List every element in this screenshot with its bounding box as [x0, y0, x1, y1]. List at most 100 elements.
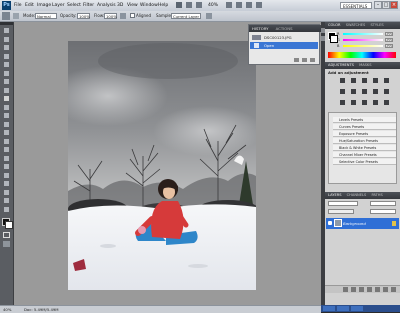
layer-row-background[interactable]: Background: [326, 218, 399, 229]
tools-panel-grip[interactable]: [0, 22, 13, 25]
doc-size-status[interactable]: Doc: 5.49M/5.49M: [24, 307, 59, 312]
green-slider[interactable]: G 255: [337, 38, 393, 42]
healing-brush-tool-icon[interactable]: [2, 78, 11, 85]
rotate-view-icon[interactable]: [246, 2, 252, 8]
layer-fill-field[interactable]: [370, 209, 396, 214]
document-image[interactable]: [68, 41, 256, 290]
opacity-field[interactable]: 100%: [77, 13, 90, 19]
menu-window[interactable]: Window: [140, 1, 158, 10]
3d-orbit-tool-icon[interactable]: [2, 189, 11, 196]
preset-hue-saturation[interactable]: Hue/Saturation Presets: [333, 138, 396, 144]
brightness-contrast-icon[interactable]: [340, 78, 345, 83]
blue-slider[interactable]: B 255: [337, 44, 393, 48]
screen-mode-icon[interactable]: [3, 241, 10, 247]
red-value[interactable]: 255: [385, 32, 393, 36]
brush-size-picker-icon[interactable]: [13, 13, 19, 19]
invert-icon[interactable]: [340, 100, 345, 105]
quick-mask-icon[interactable]: [3, 232, 10, 238]
history-brush-tool-icon[interactable]: [2, 104, 11, 111]
actions-tab[interactable]: ACTIONS: [276, 26, 293, 31]
color-balance-icon[interactable]: [351, 89, 356, 94]
bridge-icon[interactable]: [176, 2, 182, 8]
layers-tab[interactable]: LAYERS: [328, 193, 342, 197]
adjustments-tab[interactable]: ADJUSTMENTS: [328, 63, 354, 67]
blue-value[interactable]: 255: [385, 44, 393, 48]
3d-rotate-tool-icon[interactable]: [2, 180, 11, 187]
menu-filter[interactable]: Filter: [83, 1, 94, 10]
lasso-tool-icon[interactable]: [2, 44, 11, 51]
type-tool-icon[interactable]: [2, 155, 11, 162]
levels-icon[interactable]: [351, 78, 356, 83]
mode-select[interactable]: Normal: [35, 13, 57, 19]
channel-mixer-icon[interactable]: [384, 89, 389, 94]
dodge-tool-icon[interactable]: [2, 138, 11, 145]
pen-tool-icon[interactable]: [2, 146, 11, 153]
menu-image[interactable]: Image: [37, 1, 51, 10]
brush-tool-icon[interactable]: [2, 87, 11, 94]
trash-icon[interactable]: [310, 58, 315, 62]
menu-select[interactable]: Select: [67, 1, 81, 10]
preset-channel-mixer[interactable]: Channel Mixer Presets: [333, 152, 396, 158]
aligned-checkbox[interactable]: [130, 13, 135, 18]
green-value[interactable]: 255: [385, 38, 393, 42]
eraser-tool-icon[interactable]: [2, 112, 11, 119]
menu-help[interactable]: Help: [158, 1, 168, 10]
vibrance-icon[interactable]: [384, 78, 389, 83]
zoom-status[interactable]: 40%: [3, 307, 11, 312]
curves-icon[interactable]: [362, 78, 367, 83]
threshold-icon[interactable]: [362, 100, 367, 105]
history-snapshot-row[interactable]: DSC00123.JPG: [250, 34, 318, 41]
layer-opacity-field[interactable]: [370, 201, 396, 206]
gradient-tool-icon[interactable]: [2, 121, 11, 128]
close-button[interactable]: ×: [390, 1, 398, 9]
red-track[interactable]: [343, 33, 383, 35]
blue-track[interactable]: [343, 45, 383, 47]
move-tool-icon[interactable]: [2, 27, 11, 34]
eyedropper-tool-icon[interactable]: [2, 70, 11, 77]
gradient-map-icon[interactable]: [373, 100, 378, 105]
workspace-switcher[interactable]: ESSENTIALS: [340, 2, 372, 9]
exposure-icon[interactable]: [373, 78, 378, 83]
marquee-tool-icon[interactable]: [2, 36, 11, 43]
ignore-adjustment-layers-icon[interactable]: [206, 13, 212, 19]
link-layers-icon[interactable]: [343, 287, 348, 292]
taskbar-item[interactable]: [337, 306, 349, 311]
styles-tab[interactable]: STYLES: [370, 23, 383, 27]
taskbar-item[interactable]: [351, 306, 363, 311]
preset-selective-color[interactable]: Selective Color Presets: [333, 159, 396, 165]
blur-tool-icon[interactable]: [2, 129, 11, 136]
taskbar-item[interactable]: [323, 306, 335, 311]
paths-tab[interactable]: PATHS: [371, 193, 382, 197]
create-document-icon[interactable]: [294, 58, 299, 62]
blend-mode-select[interactable]: [328, 201, 358, 206]
new-snapshot-icon[interactable]: [302, 58, 307, 62]
preset-curves[interactable]: Curves Presets: [333, 124, 396, 130]
folder-icon[interactable]: [375, 287, 380, 292]
selective-color-icon[interactable]: [384, 100, 389, 105]
red-slider[interactable]: R 255: [337, 32, 393, 36]
background-color-swatch[interactable]: [5, 221, 13, 229]
zoom-tool-icon[interactable]: [236, 2, 242, 8]
preset-exposure[interactable]: Exposure Presets: [333, 131, 396, 137]
hue-saturation-icon[interactable]: [340, 89, 345, 94]
shape-tool-icon[interactable]: [2, 172, 11, 179]
menu-file[interactable]: File: [14, 1, 22, 10]
mini-bridge-icon[interactable]: [186, 2, 192, 8]
path-select-tool-icon[interactable]: [2, 163, 11, 170]
menu-edit[interactable]: Edit: [25, 1, 34, 10]
sample-select[interactable]: Current Layer: [171, 13, 201, 19]
hand-tool-icon[interactable]: [226, 2, 232, 8]
posterize-icon[interactable]: [351, 100, 356, 105]
photo-filter-icon[interactable]: [373, 89, 378, 94]
adjustment-layer-icon[interactable]: [367, 287, 372, 292]
fx-icon[interactable]: [351, 287, 356, 292]
preset-black-white[interactable]: Black & White Presets: [333, 145, 396, 151]
channels-tab[interactable]: CHANNELS: [347, 193, 367, 197]
preset-levels[interactable]: Levels Presets: [333, 117, 396, 123]
menu-3d[interactable]: 3D: [117, 1, 123, 10]
color-tab[interactable]: COLOR: [328, 23, 341, 27]
black-white-icon[interactable]: [362, 89, 367, 94]
hand-tool-icon[interactable]: [2, 197, 11, 204]
flow-field[interactable]: 100%: [104, 13, 117, 19]
eye-icon[interactable]: [328, 221, 332, 225]
